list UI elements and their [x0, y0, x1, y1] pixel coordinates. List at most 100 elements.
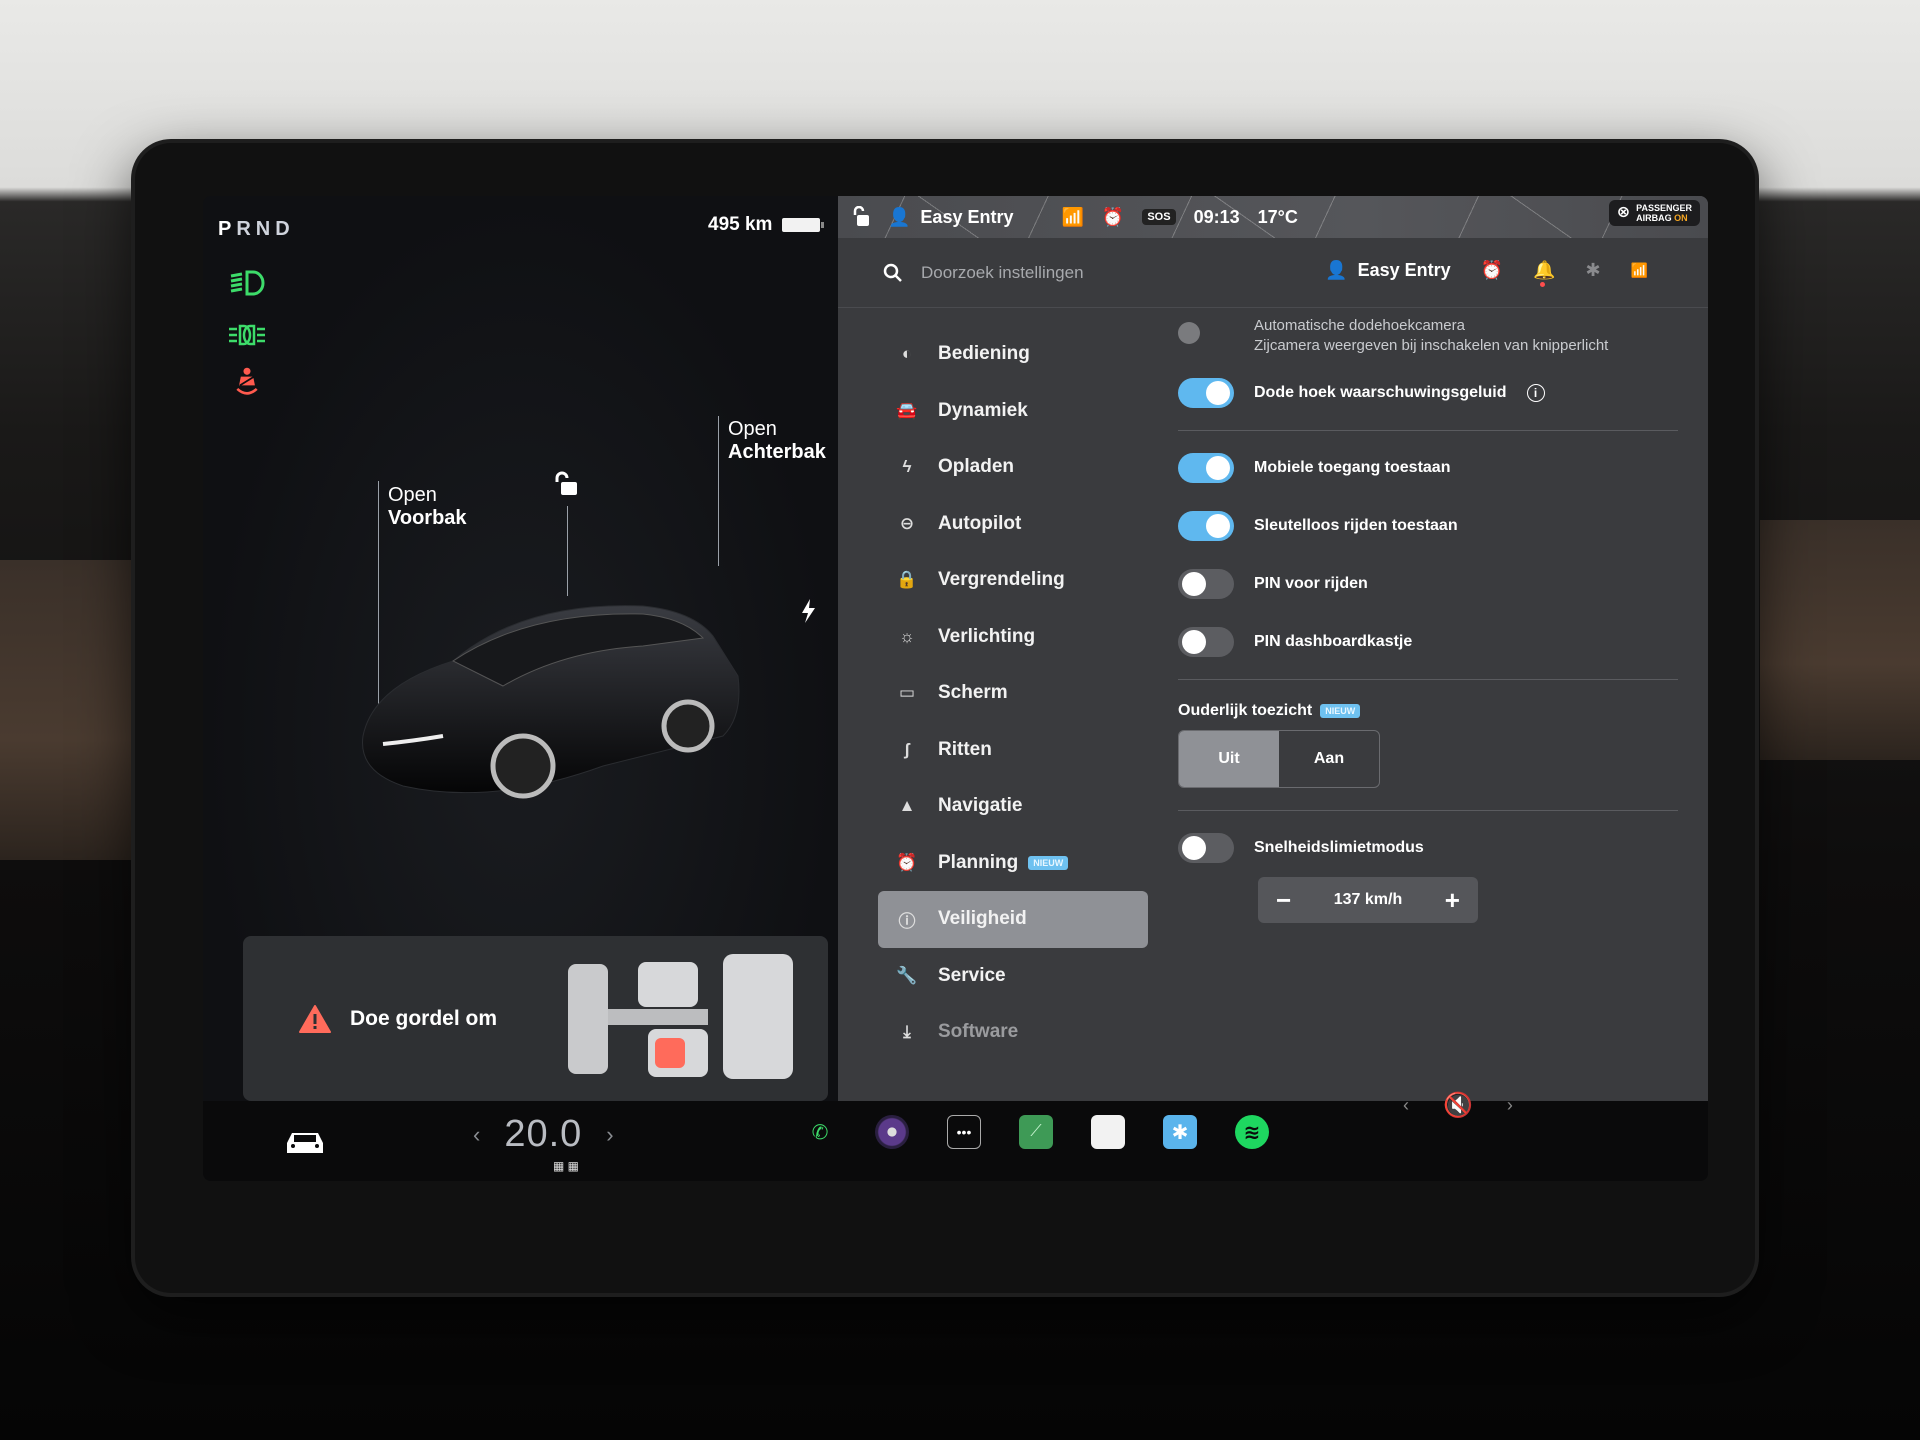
- charge-port-icon[interactable]: [799, 598, 817, 624]
- app-dock: ✆ ••• ⟋ ✱ ≋: [803, 1115, 1269, 1149]
- bottom-bar: ‹ 20.0 › ▦ ▦ ✆ ••• ⟋ ✱ ≋ ‹ 🔇 ›: [203, 1092, 1708, 1181]
- seat-occupancy-map: [568, 954, 793, 1079]
- divider: [1178, 810, 1678, 811]
- header-profile-button[interactable]: 👤 Easy Entry: [1325, 260, 1450, 281]
- alarm-clock-icon: ⏰: [896, 852, 918, 872]
- nav-item-vergrendeling[interactable]: 🔒 Vergrendeling: [878, 552, 1148, 609]
- frunk-label-bottom: Voorbak: [388, 507, 467, 529]
- nav-item-navigatie[interactable]: ▲ Navigatie: [878, 778, 1148, 835]
- keyless-driving-row: Sleutelloos rijden toestaan: [1178, 511, 1678, 541]
- nav-item-bediening[interactable]: ◐ Bediening: [878, 326, 1148, 383]
- lightning-icon: ϟ: [902, 457, 912, 477]
- spotify-icon[interactable]: ≋: [1235, 1115, 1269, 1149]
- energy-app-icon[interactable]: ⟋: [1019, 1115, 1053, 1149]
- camera-icon[interactable]: [875, 1115, 909, 1149]
- trips-icon: ʃ: [904, 739, 910, 759]
- parental-controls-header: Ouderlijk toezicht NIEUW: [1178, 702, 1678, 720]
- nav-item-software[interactable]: ⤓ Software: [878, 1004, 1148, 1061]
- glovebox-pin-toggle[interactable]: [1178, 627, 1234, 657]
- bluetooth-app-icon[interactable]: ✱: [1163, 1115, 1197, 1149]
- wifi-icon[interactable]: 📶: [1631, 262, 1648, 279]
- divider: [1178, 679, 1678, 680]
- nav-item-ritten[interactable]: ʃ Ritten: [878, 722, 1148, 779]
- low-beam-headlight-icon: [230, 270, 265, 296]
- trunk-label-top: Open: [728, 418, 777, 440]
- touchscreen: PRND 495 km Open Voorbak Open Achterbak …: [203, 196, 1708, 1181]
- settings-panel: 👤 Easy Entry 📶 ⏰ SOS 09:13 17°C ⊗ PASSEN…: [838, 196, 1708, 1101]
- nav-item-scherm[interactable]: ▭ Scherm: [878, 665, 1148, 722]
- speed-limit-mode-toggle[interactable]: [1178, 833, 1234, 863]
- profile-button[interactable]: 👤 Easy Entry: [888, 207, 1013, 228]
- nav-item-autopilot[interactable]: ⊖ Autopilot: [878, 496, 1148, 553]
- defrost-icon[interactable]: ▦ ▦: [553, 1159, 579, 1173]
- auto-blindspot-camera-toggle[interactable]: [1178, 322, 1200, 344]
- new-badge: NIEUW: [1320, 704, 1361, 718]
- status-bar: 👤 Easy Entry 📶 ⏰ SOS 09:13 17°C ⊗ PASSEN…: [838, 196, 1708, 238]
- open-frunk-button[interactable]: Open Voorbak: [388, 484, 467, 530]
- unlock-status-icon[interactable]: [852, 206, 870, 228]
- settings-header: 👤Easy Entry ⏰ 🔔 ✱ 📶: [838, 238, 1708, 308]
- gear-p: P: [218, 218, 237, 240]
- temp-increase-button[interactable]: ›: [606, 1122, 613, 1148]
- settings-nav: ◐ Bediening 🚘 Dynamiek ϟ Opladen ⊖ Autopilot…: [878, 326, 1148, 1061]
- speed-limit-value: 137 km/h: [1333, 891, 1403, 908]
- car-controls-icon[interactable]: [283, 1129, 327, 1157]
- parental-controls-off-option[interactable]: Uit: [1179, 731, 1279, 787]
- car-front-icon: 🚘: [896, 400, 918, 420]
- profile-name: Easy Entry: [920, 206, 1014, 227]
- increase-speed-button[interactable]: +: [1445, 885, 1460, 916]
- alarm-clock-icon[interactable]: ⏰: [1481, 260, 1503, 281]
- alert-circle-icon: ⓘ: [898, 911, 916, 931]
- blindspot-chime-toggle[interactable]: [1178, 378, 1234, 408]
- toggle-icon: ◐: [901, 344, 913, 364]
- notification-bell-icon[interactable]: 🔔: [1533, 260, 1555, 287]
- frunk-label-top: Open: [388, 484, 437, 506]
- nav-item-planning[interactable]: ⏰ Planning NIEUW: [878, 835, 1148, 892]
- parental-controls-on-option[interactable]: Aan: [1279, 731, 1379, 787]
- cabin-temperature[interactable]: 20.0: [504, 1113, 582, 1156]
- range-value: 495 km: [708, 214, 773, 235]
- nav-item-verlichting[interactable]: ☼ Verlichting: [878, 609, 1148, 666]
- calendar-icon[interactable]: [1091, 1115, 1125, 1149]
- more-apps-icon[interactable]: •••: [947, 1115, 981, 1149]
- bluetooth-icon[interactable]: ✱: [1585, 260, 1600, 281]
- person-icon: 👤: [1325, 260, 1348, 280]
- trunk-leader-line: [718, 416, 719, 566]
- open-trunk-button[interactable]: Open Achterbak: [728, 418, 826, 464]
- settings-search-input[interactable]: [921, 262, 1281, 283]
- climate-control: ‹ 20.0 › ▦ ▦: [473, 1113, 614, 1173]
- nav-item-dynamiek[interactable]: 🚘 Dynamiek: [878, 383, 1148, 440]
- navigation-arrow-icon: ▲: [898, 796, 916, 816]
- seatbelt-warning-icon: [236, 367, 258, 395]
- nav-item-opladen[interactable]: ϟ Opladen: [878, 439, 1148, 496]
- info-icon[interactable]: i: [1526, 384, 1545, 402]
- display-icon: ▭: [898, 683, 916, 703]
- passenger-airbag-status: ⊗ PASSENGER AIRBAG ON: [1608, 200, 1700, 226]
- clock: 09:13: [1193, 206, 1240, 227]
- unlock-icon[interactable]: [553, 471, 579, 497]
- nav-item-veiligheid[interactable]: ⓘ Veiligheid: [878, 891, 1148, 948]
- header-icons: 👤 Easy Entry ⏰ 🔔 ✱ 📶: [1325, 260, 1648, 287]
- phone-icon[interactable]: ✆: [803, 1115, 837, 1149]
- decrease-speed-button[interactable]: −: [1276, 885, 1291, 916]
- temp-decrease-button[interactable]: ‹: [473, 1122, 480, 1148]
- volume-up-button[interactable]: ›: [1507, 1095, 1513, 1116]
- airbag-icon: ⊗: [1616, 204, 1631, 221]
- seatbelt-alert-card: Doe gordel om: [243, 936, 828, 1101]
- speaker-muted-icon[interactable]: 🔇: [1443, 1091, 1473, 1120]
- pin-to-drive-row: PIN voor rijden: [1178, 569, 1678, 599]
- mobile-access-toggle[interactable]: [1178, 453, 1234, 483]
- download-icon: ⤓: [903, 1022, 911, 1042]
- security-settings-content: Automatische dodehoekcamera Zijcamera we…: [1178, 316, 1678, 923]
- parking-lights-icon: [229, 324, 265, 346]
- gear-selector-display: PRND: [218, 218, 295, 241]
- nav-item-service[interactable]: 🔧 Service: [878, 948, 1148, 1005]
- blindspot-chime-row: Dode hoek waarschuwingsgeluid i: [1178, 378, 1678, 408]
- volume-down-button[interactable]: ‹: [1403, 1095, 1409, 1116]
- divider: [1178, 430, 1678, 431]
- pin-to-drive-toggle[interactable]: [1178, 569, 1234, 599]
- notification-dot: [1540, 282, 1546, 287]
- dashboard-trim-right: [1760, 520, 1920, 760]
- keyless-driving-toggle[interactable]: [1178, 511, 1234, 541]
- sos-button[interactable]: SOS: [1142, 209, 1176, 225]
